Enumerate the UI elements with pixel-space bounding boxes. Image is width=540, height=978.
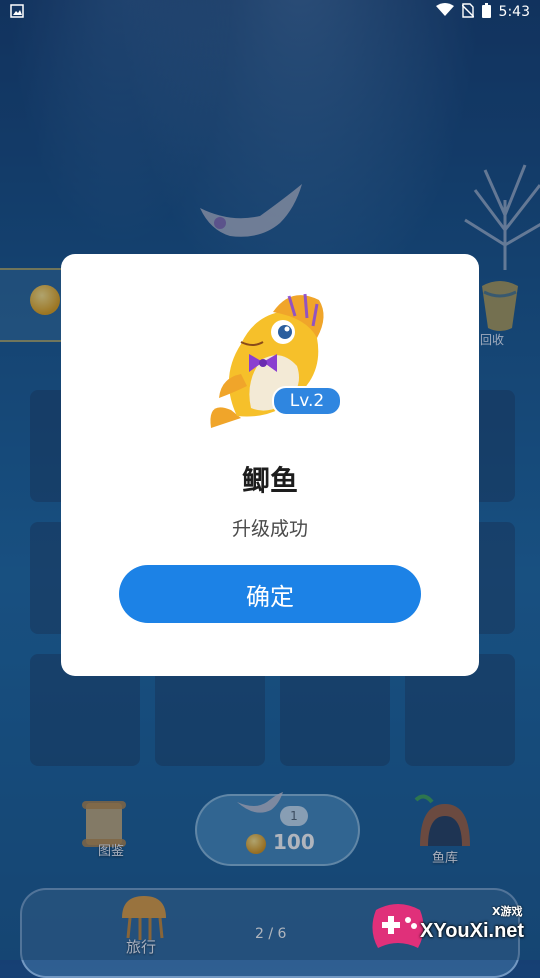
confirm-button[interactable]: 确定 — [119, 565, 421, 623]
gamepad-logo-icon — [372, 904, 424, 948]
wifi-icon — [435, 3, 454, 21]
fish-name: 鲫鱼 — [241, 464, 298, 497]
image-icon — [10, 3, 24, 22]
upgrade-dialog: Lv.2 鲫鱼 升级成功 确定 — [61, 254, 479, 676]
no-sim-icon — [461, 2, 475, 22]
level-badge: Lv.2 — [272, 386, 342, 416]
upgrade-message: 升级成功 — [231, 518, 308, 540]
watermark-site: XYouXi.net — [420, 920, 525, 942]
status-bar: 5:43 — [0, 0, 540, 24]
watermark-tag: X游戏 — [492, 905, 523, 918]
status-time: 5:43 — [498, 4, 530, 20]
battery-icon — [481, 2, 491, 22]
